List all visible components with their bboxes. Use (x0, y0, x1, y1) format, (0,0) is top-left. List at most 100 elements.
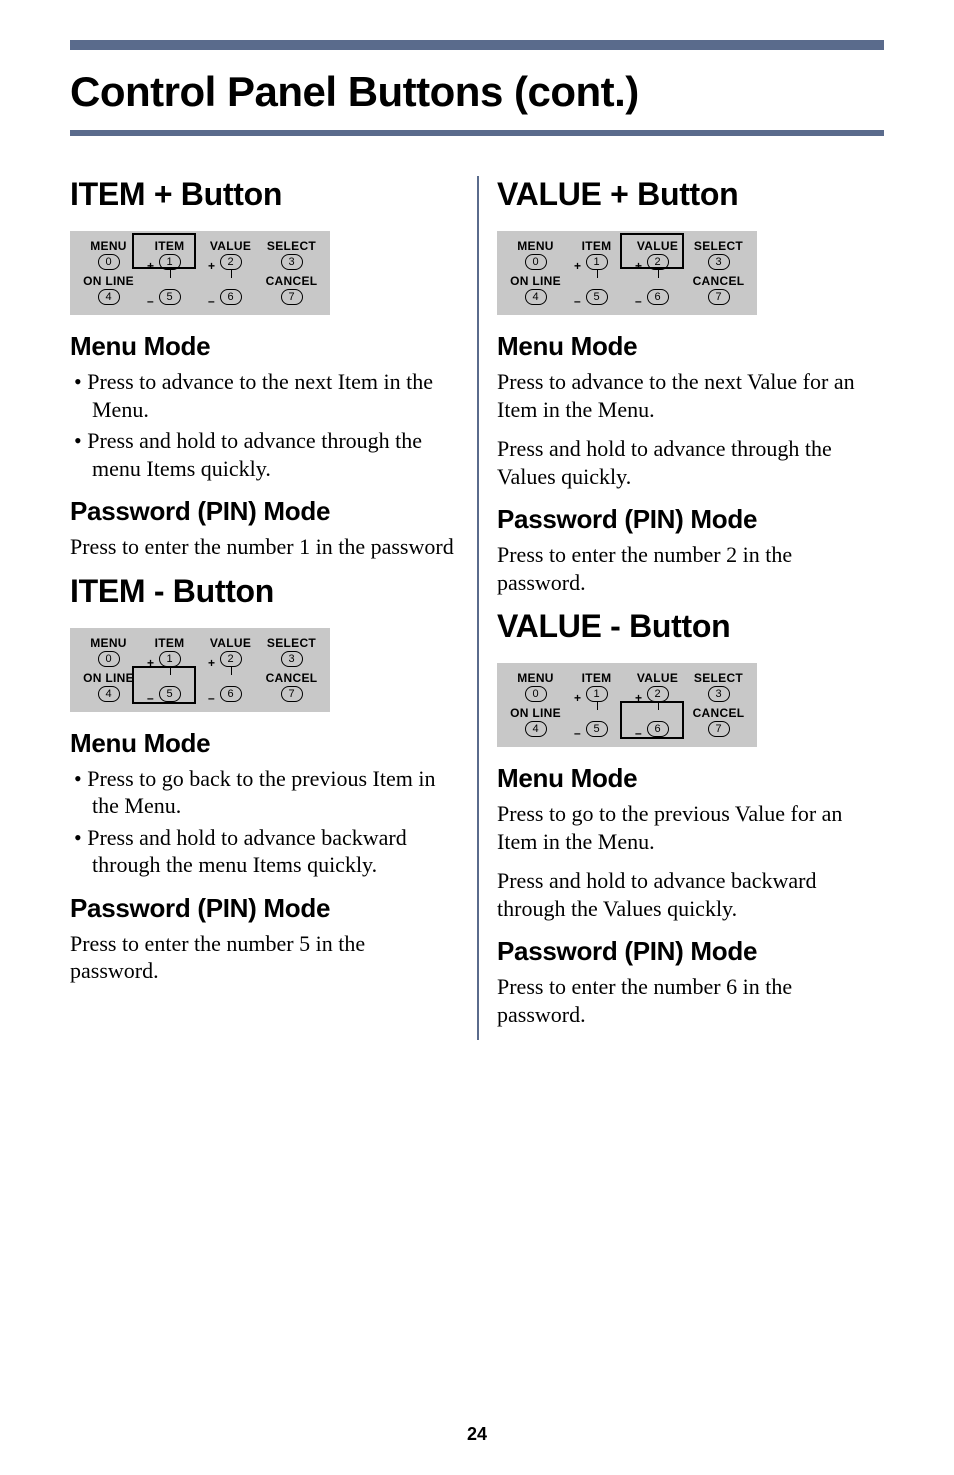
panel-button-2: 2 (220, 651, 242, 667)
panel-button-1: 1 (586, 686, 608, 702)
list-item: Press and hold to advance through the me… (74, 427, 459, 482)
panel-label-item: ITEM (155, 239, 185, 253)
panel-button-4: 4 (525, 721, 547, 737)
minus-sign-icon: – (635, 726, 642, 740)
right-column: VALUE + Button MENU0 ITEM1+ VALUE2+ SELE… (477, 176, 884, 1040)
panel-label-item: ITEM (155, 636, 185, 650)
menu-mode-list: Press to advance to the next Item in the… (70, 368, 459, 482)
panel-button-0: 0 (98, 651, 120, 667)
panel-button-0: 0 (98, 254, 120, 270)
section-title-item-minus: ITEM - Button (70, 573, 459, 610)
panel-button-3: 3 (281, 254, 303, 270)
plus-sign-icon: + (635, 691, 642, 705)
heading-pin-mode: Password (PIN) Mode (497, 504, 884, 535)
panel-label-online: ON LINE (83, 671, 134, 685)
tick-icon (597, 270, 599, 278)
panel-diagram-value-minus: MENU0 ITEM1+ VALUE2+ SELECT3 ON LINE4 5–… (497, 663, 757, 747)
section-title-item-plus: ITEM + Button (70, 176, 459, 213)
list-item: Press to advance to the next Item in the… (74, 368, 459, 423)
panel-label-select: SELECT (267, 239, 316, 253)
panel-diagram-item-minus: MENU0 ITEM1+ VALUE2+ SELECT3 ON LINE4 5–… (70, 628, 330, 712)
panel-button-7: 7 (281, 686, 303, 702)
heading-menu-mode: Menu Mode (497, 331, 884, 362)
plus-sign-icon: + (208, 656, 215, 670)
list-item: Press and hold to advance backward throu… (74, 824, 459, 879)
panel-label-item: ITEM (582, 239, 612, 253)
panel-button-5: 5 (159, 289, 181, 305)
heading-pin-mode: Password (PIN) Mode (70, 496, 459, 527)
menu-mode-para: Press and hold to advance through the Va… (497, 435, 884, 490)
panel-button-5: 5 (586, 721, 608, 737)
panel-button-2: 2 (647, 254, 669, 270)
panel-label-select: SELECT (694, 671, 743, 685)
menu-mode-para: Press and hold to advance backward throu… (497, 867, 884, 922)
section-title-value-plus: VALUE + Button (497, 176, 884, 213)
minus-sign-icon: – (574, 294, 581, 308)
panel-button-0: 0 (525, 686, 547, 702)
heading-menu-mode: Menu Mode (70, 331, 459, 362)
panel-label-menu: MENU (90, 239, 127, 253)
pin-text: Press to enter the number 2 in the passw… (497, 541, 884, 596)
panel-button-0: 0 (525, 254, 547, 270)
panel-button-6: 6 (220, 686, 242, 702)
panel-label-cancel: CANCEL (693, 274, 745, 288)
panel-button-7: 7 (281, 289, 303, 305)
panel-button-2: 2 (647, 686, 669, 702)
panel-label-value: VALUE (637, 239, 678, 253)
heading-menu-mode: Menu Mode (70, 728, 459, 759)
tick-icon (231, 667, 233, 675)
panel-button-4: 4 (98, 686, 120, 702)
panel-button-1: 1 (159, 651, 181, 667)
heading-menu-mode: Menu Mode (497, 763, 884, 794)
panel-label-cancel: CANCEL (693, 706, 745, 720)
menu-mode-list: Press to go back to the previous Item in… (70, 765, 459, 879)
panel-label-online: ON LINE (510, 706, 561, 720)
minus-sign-icon: – (147, 691, 154, 705)
panel-button-6: 6 (220, 289, 242, 305)
plus-sign-icon: + (574, 691, 581, 705)
panel-label-cancel: CANCEL (266, 671, 318, 685)
panel-label-menu: MENU (517, 239, 554, 253)
tick-icon (597, 702, 599, 710)
panel-button-7: 7 (708, 289, 730, 305)
panel-button-4: 4 (525, 289, 547, 305)
plus-sign-icon: + (208, 259, 215, 273)
panel-button-1: 1 (159, 254, 181, 270)
left-column: ITEM + Button MENU0 ITEM1+ VALUE2+ SELEC… (70, 176, 477, 1040)
menu-mode-para: Press to go to the previous Value for an… (497, 800, 884, 855)
tick-icon (658, 702, 660, 710)
panel-diagram-item-plus: MENU0 ITEM1+ VALUE2+ SELECT3 ON LINE4 5–… (70, 231, 330, 315)
minus-sign-icon: – (208, 691, 215, 705)
panel-diagram-value-plus: MENU0 ITEM1+ VALUE2+ SELECT3 ON LINE4 5–… (497, 231, 757, 315)
panel-button-1: 1 (586, 254, 608, 270)
panel-label-menu: MENU (517, 671, 554, 685)
tick-icon (170, 270, 172, 278)
minus-sign-icon: – (574, 726, 581, 740)
pin-text: Press to enter the number 1 in the passw… (70, 533, 459, 561)
panel-label-online: ON LINE (83, 274, 134, 288)
tick-icon (170, 667, 172, 675)
page-number: 24 (0, 1424, 954, 1445)
panel-label-value: VALUE (210, 239, 251, 253)
top-accent-bar (70, 40, 884, 50)
pin-text: Press to enter the number 5 in the passw… (70, 930, 459, 985)
panel-button-6: 6 (647, 289, 669, 305)
menu-mode-para: Press to advance to the next Value for a… (497, 368, 884, 423)
panel-button-5: 5 (159, 686, 181, 702)
plus-sign-icon: + (147, 656, 154, 670)
title-rule (70, 130, 884, 136)
panel-button-3: 3 (708, 254, 730, 270)
heading-pin-mode: Password (PIN) Mode (497, 936, 884, 967)
panel-label-online: ON LINE (510, 274, 561, 288)
page-title: Control Panel Buttons (cont.) (70, 68, 884, 116)
minus-sign-icon: – (635, 294, 642, 308)
panel-label-menu: MENU (90, 636, 127, 650)
panel-label-select: SELECT (694, 239, 743, 253)
pin-text: Press to enter the number 6 in the passw… (497, 973, 884, 1028)
list-item: Press to go back to the previous Item in… (74, 765, 459, 820)
panel-button-6: 6 (647, 721, 669, 737)
panel-label-cancel: CANCEL (266, 274, 318, 288)
panel-label-value: VALUE (637, 671, 678, 685)
panel-label-value: VALUE (210, 636, 251, 650)
section-title-value-minus: VALUE - Button (497, 608, 884, 645)
